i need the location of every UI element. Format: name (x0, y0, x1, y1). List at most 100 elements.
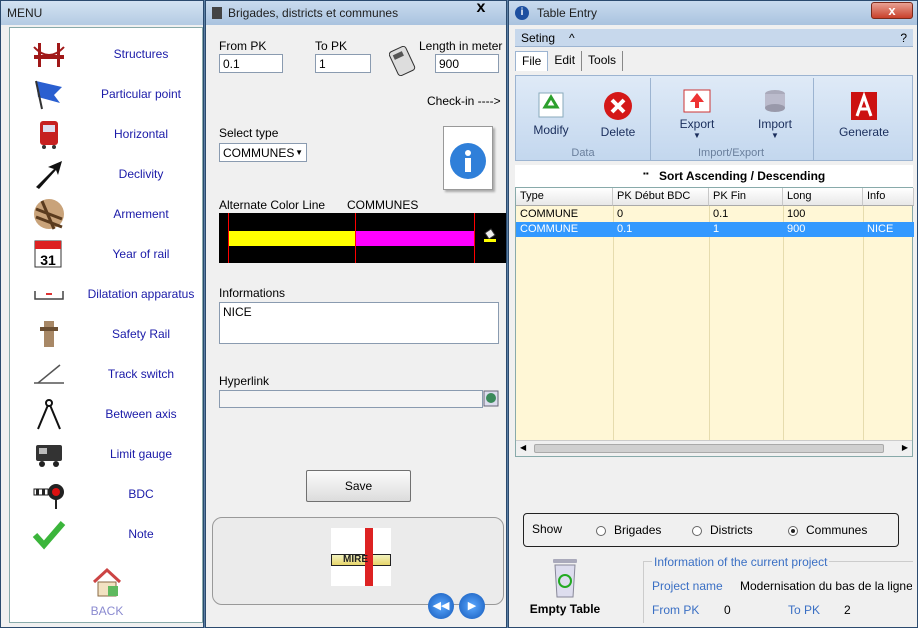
radio-districts[interactable]: Districts (692, 523, 753, 537)
bridge-icon (33, 43, 65, 67)
column-header-pk-fin[interactable]: PK Fin (709, 188, 783, 206)
menu-item-structures[interactable]: Structures (10, 34, 203, 74)
red-divider (228, 213, 229, 263)
tab-tools[interactable]: Tools (582, 51, 624, 71)
collapse-caret[interactable]: ^ (569, 31, 575, 45)
menu-item-between-axis[interactable]: Between axis (10, 394, 203, 434)
informations-label: Informations (219, 286, 286, 300)
menu-item-armement[interactable]: Armement (10, 194, 203, 234)
import-button[interactable]: Import ▼ (752, 88, 798, 140)
menu-item-particular-point[interactable]: Particular point (10, 74, 203, 114)
chevron-down-icon: ▼ (295, 148, 303, 157)
scroll-left-icon[interactable]: ◀ (520, 443, 526, 452)
project-info-title: Information of the current project (652, 555, 830, 569)
column-header-type[interactable]: Type (516, 188, 613, 206)
table-title: Table Entry (537, 6, 598, 20)
color-line-preview (219, 213, 506, 263)
length-input[interactable]: 900 (435, 54, 499, 73)
table-cell: 100 (787, 208, 806, 220)
from-pk-input[interactable]: 0.1 (219, 54, 283, 73)
project-from-pk-label: From PK (652, 603, 700, 617)
menu-item-bdc[interactable]: BDC (10, 474, 203, 514)
table-row-selected[interactable]: COMMUNE 0.1 1 900 NICE (516, 222, 914, 237)
menu-item-label: Limit gauge (109, 447, 173, 461)
generate-button[interactable]: Generate (836, 90, 892, 139)
arrow-up-icon (36, 161, 62, 189)
sort-bar[interactable]: ▪▪ Sort Ascending / Descending (515, 165, 913, 187)
menu-list: Structures Particular point Horizontal D… (9, 27, 203, 623)
scrollbar-thumb[interactable] (534, 444, 884, 453)
close-button[interactable]: x (871, 2, 913, 19)
show-filter: Show Brigades Districts Communes (523, 513, 899, 547)
help-button[interactable]: ? (900, 31, 907, 45)
menu-item-horizontal[interactable]: Horizontal (10, 114, 203, 154)
radio-brigades[interactable]: Brigades (596, 523, 661, 537)
train-icon (40, 121, 58, 149)
menu-item-label: Track switch (107, 367, 175, 381)
save-button[interactable]: Save (306, 470, 411, 502)
project-name-label: Project name (652, 579, 723, 593)
horizontal-scrollbar[interactable]: ◀ ▶ (516, 440, 912, 456)
to-pk-input[interactable]: 1 (315, 54, 371, 73)
menu-item-label: Year of rail (112, 247, 170, 261)
flag-icon (35, 80, 62, 110)
checkmark-icon (32, 521, 66, 550)
signal-icon (33, 484, 64, 509)
menu-item-label: Armement (113, 207, 169, 221)
menu-item-note[interactable]: Note (10, 514, 203, 554)
table-cell: 0 (617, 208, 624, 220)
project-to-pk-label: To PK (788, 603, 821, 617)
modify-button[interactable]: Modify (524, 90, 578, 137)
menu-item-limit-gauge[interactable]: Limit gauge (10, 434, 203, 474)
paint-bucket-icon[interactable] (482, 227, 498, 243)
empty-table-button[interactable]: Empty Table (529, 555, 601, 619)
menu-item-label: Structures (113, 47, 169, 61)
column-header-long[interactable]: Long (783, 188, 863, 206)
menu-item-declivity[interactable]: Declivity (10, 154, 203, 194)
app-icon (212, 7, 222, 19)
checkin-button[interactable] (443, 126, 493, 190)
scroll-right-icon[interactable]: ▶ (902, 443, 908, 452)
table-cell: COMMUNE (520, 208, 579, 220)
tab-edit[interactable]: Edit (548, 51, 583, 71)
data-grid: Type PK Début BDC PK Fin Long Info COMMU… (515, 187, 914, 457)
table-row[interactable]: COMMUNE 0 0.1 100 (516, 207, 914, 222)
seting-menu[interactable]: Seting (521, 31, 555, 45)
menu-item-year-of-rail[interactable]: 31 Year of rail (10, 234, 203, 274)
radio-communes[interactable]: Communes (788, 523, 867, 537)
back-button[interactable] (90, 566, 124, 600)
chevron-down-icon: ▼ (771, 131, 779, 140)
empty-table-label: Empty Table (529, 602, 601, 616)
back-label: BACK (90, 604, 124, 618)
export-button[interactable]: Export ▼ (674, 88, 720, 140)
column-header-info[interactable]: Info (863, 188, 914, 206)
checkin-label: Check-in ----> (427, 94, 501, 108)
to-pk-label: To PK (315, 39, 348, 53)
menu-item-label: Horizontal (113, 127, 169, 141)
home-icon (92, 567, 122, 597)
column-header-pk-debut[interactable]: PK Début BDC (613, 188, 709, 206)
menu-item-dilatation-apparatus[interactable]: Dilatation apparatus (10, 274, 203, 314)
radio-button (596, 525, 606, 536)
group-importexport-label: Import/Export (697, 147, 765, 159)
play-button[interactable]: ▶ (459, 593, 485, 619)
project-to-pk-value: 2 (844, 603, 851, 617)
hyperlink-input[interactable] (219, 390, 483, 408)
rewind-button[interactable]: ◀◀ (428, 593, 454, 619)
table-cell: 1 (713, 223, 720, 235)
table-cell: 0.1 (617, 223, 633, 235)
informations-textarea[interactable]: NICE (219, 302, 499, 344)
radio-label: Districts (710, 523, 753, 537)
menu-item-track-switch[interactable]: Track switch (10, 354, 203, 394)
safety-rail-icon (40, 321, 58, 347)
calculator-icon[interactable] (389, 46, 417, 76)
select-type-dropdown[interactable]: COMMUNES ▼ (219, 143, 307, 162)
delete-button[interactable]: Delete (592, 90, 644, 139)
tab-file[interactable]: File (515, 51, 549, 71)
menu-bar: Seting ^ ? (515, 29, 913, 47)
globe-icon[interactable] (483, 390, 499, 407)
project-name-value: Modernisation du bas de la ligne de (740, 579, 912, 593)
menu-item-safety-rail[interactable]: Safety Rail (10, 314, 203, 354)
close-button[interactable]: x (460, 1, 502, 17)
menu-title-bar: MENU (1, 1, 203, 25)
